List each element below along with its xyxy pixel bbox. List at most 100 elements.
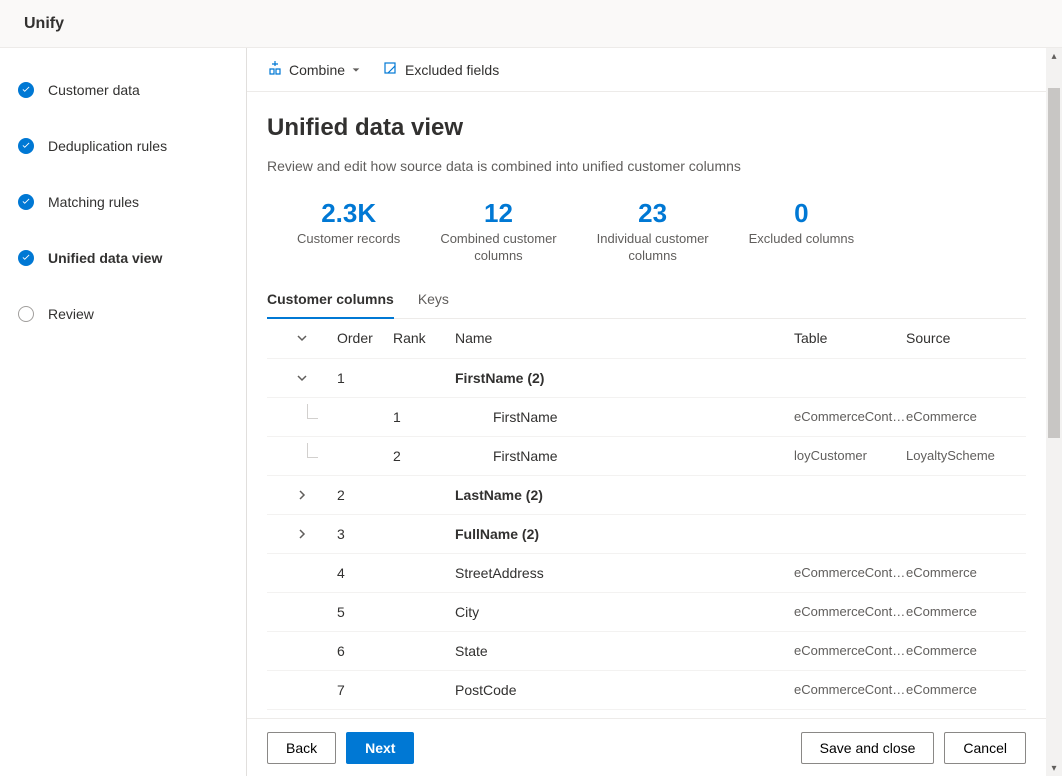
stat-value: 12	[440, 198, 556, 229]
columns-table: Order Rank Name Table Source 1 FirstName…	[267, 319, 1026, 710]
cell-rank: 2	[393, 448, 449, 464]
step-unified-data-view[interactable]: Unified data view	[18, 246, 246, 270]
cell-table: eCommerceContacts	[794, 565, 906, 580]
stat-value: 0	[749, 198, 855, 229]
cell-name: FullName (2)	[449, 526, 794, 542]
cell-table: eCommerceContacts	[794, 604, 906, 619]
back-button[interactable]: Back	[267, 732, 336, 764]
cell-order: 6	[337, 643, 393, 659]
col-rank[interactable]: Rank	[393, 330, 449, 346]
step-label: Matching rules	[48, 194, 139, 210]
stat-label: Excluded columns	[749, 231, 855, 248]
cell-order: 1	[337, 370, 393, 386]
step-matching-rules[interactable]: Matching rules	[18, 190, 246, 214]
stats-row: 2.3K Customer records 12 Combined custom…	[267, 198, 1026, 265]
circle-icon	[18, 306, 34, 322]
combine-menu[interactable]: Combine	[267, 60, 361, 79]
stat-individual-columns: 23 Individual customer columns	[597, 198, 709, 265]
table-row[interactable]: 4 StreetAddress eCommerceContacts eComme…	[267, 554, 1026, 593]
cell-name: PostCode	[449, 682, 794, 698]
cell-name: LastName (2)	[449, 487, 794, 503]
stat-label: Individual customer columns	[597, 231, 709, 265]
cell-order: 4	[337, 565, 393, 581]
col-table[interactable]: Table	[794, 330, 906, 346]
main-panel: Combine Excluded fields Unified data vie…	[246, 48, 1062, 776]
stat-label: Customer records	[297, 231, 400, 248]
table-row[interactable]: 2 LastName (2)	[267, 476, 1026, 515]
chevron-down-icon	[351, 62, 361, 78]
cell-name: StreetAddress	[449, 565, 794, 581]
cancel-button[interactable]: Cancel	[944, 732, 1026, 764]
excluded-icon	[383, 60, 399, 79]
table-row[interactable]: 3 FullName (2)	[267, 515, 1026, 554]
cell-order: 2	[337, 487, 393, 503]
check-icon	[18, 250, 34, 266]
stat-label: Combined customer columns	[440, 231, 556, 265]
table-row[interactable]: 6 State eCommerceContacts eCommerce	[267, 632, 1026, 671]
col-source[interactable]: Source	[906, 330, 1026, 346]
save-and-close-button[interactable]: Save and close	[801, 732, 935, 764]
next-button[interactable]: Next	[346, 732, 414, 764]
table-row[interactable]: 7 PostCode eCommerceContacts eCommerce	[267, 671, 1026, 710]
chevron-down-icon[interactable]	[267, 372, 337, 384]
toolbar-label: Combine	[289, 62, 345, 78]
stat-value: 23	[597, 198, 709, 229]
table-row[interactable]: 5 City eCommerceContacts eCommerce	[267, 593, 1026, 632]
sidebar: Customer data Deduplication rules Matchi…	[0, 48, 246, 776]
page-description: Review and edit how source data is combi…	[267, 158, 1026, 174]
chevron-right-icon[interactable]	[267, 528, 337, 540]
step-review[interactable]: Review	[18, 302, 246, 326]
stat-value: 2.3K	[297, 198, 400, 229]
app-title: Unify	[24, 15, 64, 33]
cell-table: loyCustomer	[794, 448, 906, 463]
cell-order: 3	[337, 526, 393, 542]
table-header: Order Rank Name Table Source	[267, 319, 1026, 359]
toolbar: Combine Excluded fields	[247, 48, 1046, 92]
tab-keys[interactable]: Keys	[418, 283, 449, 319]
stat-customer-records: 2.3K Customer records	[297, 198, 400, 265]
scrollbar[interactable]: ▴ ▾	[1046, 48, 1062, 776]
chevron-right-icon[interactable]	[267, 489, 337, 501]
table-row[interactable]: 1 FirstName eCommerceConta... eCommerce	[267, 398, 1026, 437]
tabs: Customer columns Keys	[267, 283, 1026, 319]
table-row[interactable]: 2 FirstName loyCustomer LoyaltyScheme	[267, 437, 1026, 476]
scroll-up-icon[interactable]: ▴	[1046, 48, 1062, 64]
tree-line	[267, 453, 337, 458]
toolbar-label: Excluded fields	[405, 62, 499, 78]
cell-source: eCommerce	[906, 643, 1026, 658]
step-label: Review	[48, 306, 94, 322]
step-customer-data[interactable]: Customer data	[18, 78, 246, 102]
stat-excluded-columns: 0 Excluded columns	[749, 198, 855, 265]
step-deduplication-rules[interactable]: Deduplication rules	[18, 134, 246, 158]
stat-combined-columns: 12 Combined customer columns	[440, 198, 556, 265]
combine-icon	[267, 60, 283, 79]
expand-all-toggle[interactable]	[267, 332, 337, 344]
table-row[interactable]: 1 FirstName (2)	[267, 359, 1026, 398]
check-icon	[18, 82, 34, 98]
cell-source: eCommerce	[906, 409, 1026, 424]
cell-name: City	[449, 604, 794, 620]
footer: Back Next Save and close Cancel	[247, 718, 1046, 776]
step-label: Deduplication rules	[48, 138, 167, 154]
cell-name: State	[449, 643, 794, 659]
check-icon	[18, 138, 34, 154]
col-name[interactable]: Name	[449, 330, 794, 346]
scrollbar-thumb[interactable]	[1048, 88, 1060, 438]
cell-rank: 1	[393, 409, 449, 425]
step-label: Unified data view	[48, 250, 162, 266]
scroll-down-icon[interactable]: ▾	[1046, 760, 1062, 776]
cell-table: eCommerceContacts	[794, 682, 906, 697]
check-icon	[18, 194, 34, 210]
cell-source: eCommerce	[906, 682, 1026, 697]
step-label: Customer data	[48, 82, 140, 98]
col-order[interactable]: Order	[337, 330, 393, 346]
tab-customer-columns[interactable]: Customer columns	[267, 283, 394, 319]
cell-source: LoyaltyScheme	[906, 448, 1026, 463]
cell-source: eCommerce	[906, 604, 1026, 619]
page-title: Unified data view	[267, 114, 1026, 142]
cell-source: eCommerce	[906, 565, 1026, 580]
excluded-fields-button[interactable]: Excluded fields	[383, 60, 499, 79]
cell-table: eCommerceContacts	[794, 643, 906, 658]
tree-line	[267, 414, 337, 419]
cell-name: FirstName	[449, 409, 794, 425]
